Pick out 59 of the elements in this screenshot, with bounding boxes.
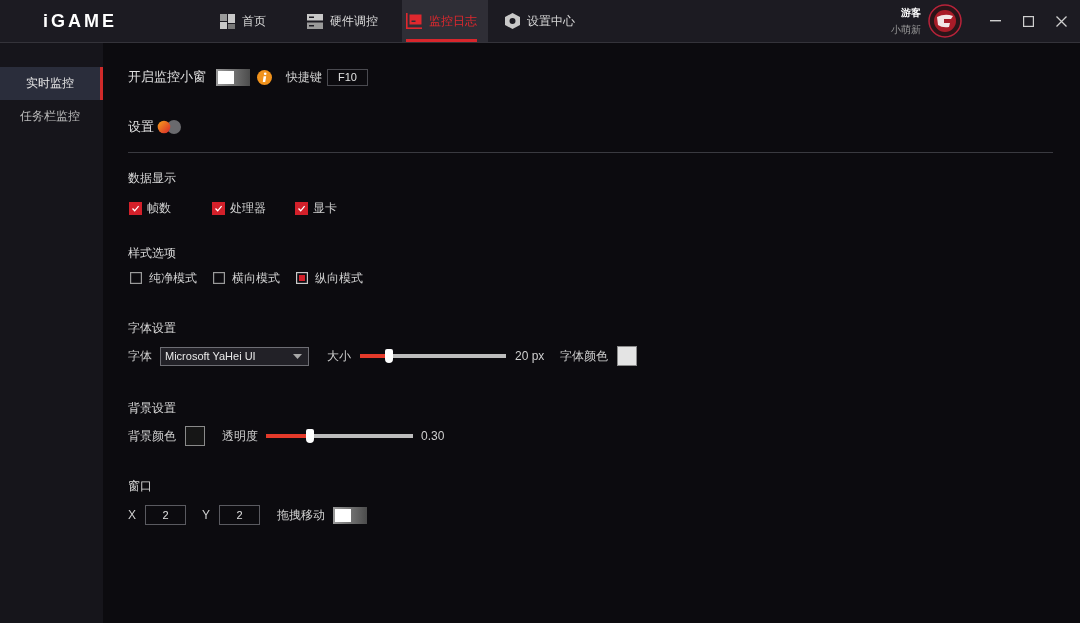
monitor-window-label: 开启监控小窗 — [128, 68, 206, 86]
radio-label: 横向模式 — [232, 269, 280, 287]
input-field[interactable]: 2 — [219, 505, 261, 525]
logo: iGAME — [43, 10, 118, 32]
checkbox[interactable] — [129, 201, 142, 215]
background-color-label: 背景颜色 — [128, 427, 176, 445]
input-field[interactable]: 2 — [145, 505, 186, 525]
minimize-icon[interactable] — [990, 20, 1001, 22]
hotkey-field[interactable]: F10 — [327, 68, 368, 86]
opacity-label: 透明度 — [222, 427, 258, 445]
radio-label: 纯净模式 — [149, 269, 197, 287]
radio-box[interactable] — [130, 272, 142, 284]
log-icon — [405, 13, 422, 29]
close-icon[interactable] — [1056, 15, 1067, 27]
section-title: 样式选项 — [128, 245, 176, 262]
checkbox[interactable] — [212, 201, 225, 215]
radio-label: 纵向模式 — [315, 269, 363, 287]
font-label: 字体 — [128, 347, 152, 365]
radio-box[interactable] — [213, 272, 225, 284]
radio-box[interactable] — [296, 272, 308, 284]
info-icon[interactable] — [257, 69, 272, 85]
checkbox-label: 处理器 — [230, 199, 266, 217]
swatch-icon[interactable] — [617, 346, 638, 366]
opacity-reading: 0.30 — [421, 429, 445, 443]
x-label: X — [128, 508, 136, 522]
sidebar-item[interactable]: 任务栏监控 — [0, 100, 103, 133]
user-rank: 小萌新 — [891, 23, 921, 36]
sidebar-item[interactable]: 实时监控 — [0, 67, 103, 100]
drag-label: 拖拽移动 — [277, 506, 326, 524]
settings-label: 设置 — [128, 118, 154, 136]
section-title: 字体设置 — [128, 320, 176, 337]
maximize-icon[interactable] — [1023, 15, 1034, 27]
section-title: 数据显示 — [128, 170, 176, 187]
nav-tab[interactable]: 硬件调控 — [303, 0, 389, 42]
avatar[interactable] — [928, 4, 962, 38]
slider-thumb[interactable] — [385, 349, 394, 363]
grid-icon — [220, 13, 235, 29]
switch-icon[interactable] — [157, 120, 181, 134]
font-dropdown[interactable]: Microsoft YaHei UI — [160, 346, 309, 366]
nav-tab[interactable]: 设置中心 — [501, 0, 587, 42]
font-color-label: 字体颜色 — [560, 347, 609, 365]
toggle-switch[interactable] — [216, 68, 250, 86]
size-label: 大小 — [327, 347, 351, 365]
section-title: 窗口 — [128, 478, 152, 495]
checkbox[interactable] — [295, 201, 308, 215]
settings-icon — [505, 13, 520, 29]
section-title: 背景设置 — [128, 400, 176, 417]
checkbox-label: 帧数 — [147, 199, 171, 217]
caret-icon — [293, 353, 302, 359]
toggle-switch[interactable] — [333, 506, 368, 524]
stacked-bars-icon — [306, 13, 323, 29]
hotkey-label: 快捷键 — [286, 68, 322, 86]
nav-tab[interactable]: 首页 — [204, 0, 290, 42]
y-label: Y — [202, 508, 211, 522]
swatch-icon[interactable] — [185, 426, 205, 446]
checkbox-label: 显卡 — [313, 199, 337, 217]
user-name: 游客 — [901, 6, 921, 19]
slider-thumb[interactable] — [306, 429, 315, 443]
size-reading: 20 px — [515, 349, 545, 363]
